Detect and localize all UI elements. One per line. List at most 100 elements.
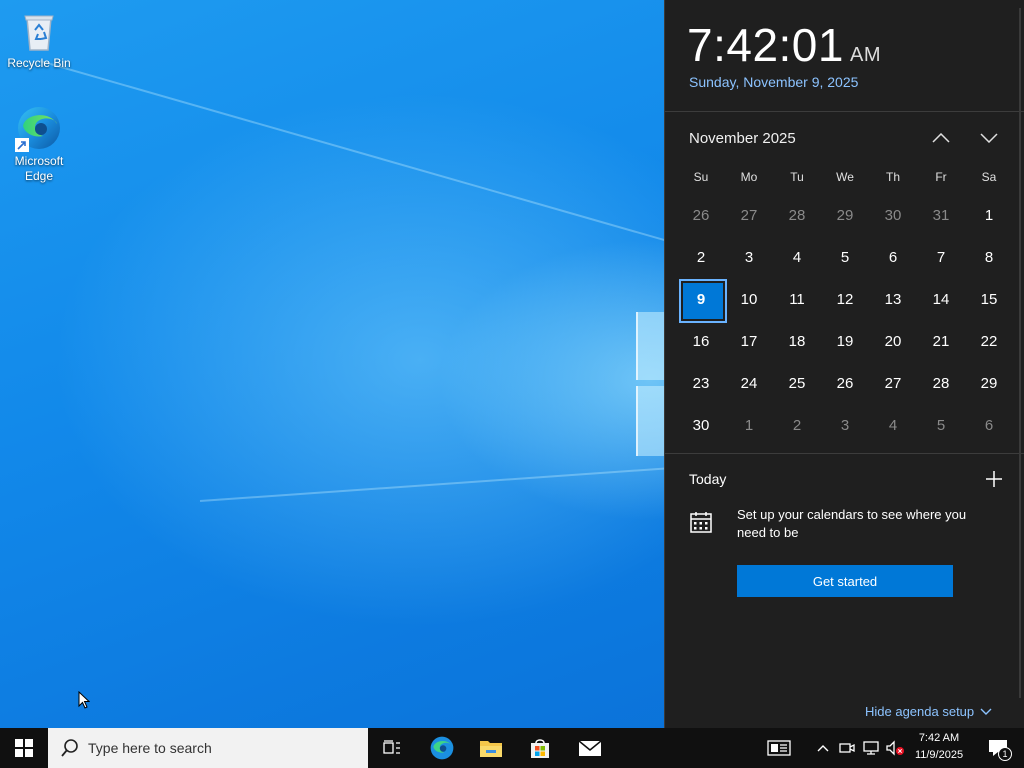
calendar-day[interactable]: 8 bbox=[965, 236, 1013, 278]
weekday-header: Su Mo Tu We Th Fr Sa bbox=[677, 170, 1013, 184]
calendar-day[interactable]: 27 bbox=[869, 362, 917, 404]
desktop-icon-label: Microsoft Edge bbox=[14, 154, 64, 183]
search-box[interactable]: Type here to search bbox=[48, 728, 368, 768]
mail-icon bbox=[578, 740, 602, 756]
calendar-day-number: 30 bbox=[692, 416, 710, 434]
calendar-day-number: 18 bbox=[788, 332, 806, 350]
calendar-day[interactable]: 2 bbox=[773, 404, 821, 446]
store-button[interactable] bbox=[516, 728, 564, 768]
calendar-day-number: 17 bbox=[740, 332, 758, 350]
show-hidden-icons-button[interactable] bbox=[812, 728, 834, 768]
calendar-day[interactable]: 27 bbox=[725, 194, 773, 236]
clock-date-link[interactable]: Sunday, November 9, 2025 bbox=[689, 74, 858, 90]
calendar-day[interactable]: 10 bbox=[725, 278, 773, 320]
action-center-button[interactable]: 1 bbox=[978, 728, 1018, 768]
weekday-label: Tu bbox=[790, 170, 804, 184]
calendar-day[interactable]: 30 bbox=[677, 404, 725, 446]
calendar-day[interactable]: 26 bbox=[821, 362, 869, 404]
agenda-message: Set up your calendars to see where you n… bbox=[737, 507, 967, 540]
calendar-day-number: 3 bbox=[840, 416, 850, 434]
search-icon bbox=[61, 739, 78, 757]
desktop-icon-edge[interactable]: Microsoft Edge bbox=[1, 104, 77, 184]
calendar-day[interactable]: 16 bbox=[677, 320, 725, 362]
calendar-day-number: 1 bbox=[744, 416, 754, 434]
calendar-day[interactable]: 11 bbox=[773, 278, 821, 320]
calendar-day[interactable]: 2 bbox=[677, 236, 725, 278]
calendar-day[interactable]: 21 bbox=[917, 320, 965, 362]
mouse-cursor-icon bbox=[78, 690, 91, 714]
calendar-day-number: 29 bbox=[836, 206, 854, 224]
calendar-grid: 26 27 28 29 30 31 1 2 3 4 5 6 7 8 9 10 11 12 13 14 15 16 17 18 1… bbox=[677, 194, 1013, 446]
calendar-day[interactable]: 3 bbox=[821, 404, 869, 446]
volume-button[interactable] bbox=[884, 728, 906, 768]
hide-agenda-button[interactable]: Hide agenda setup bbox=[865, 704, 992, 719]
calendar-day[interactable]: 15 bbox=[965, 278, 1013, 320]
desktop-icon-recycle-bin[interactable]: Recycle Bin bbox=[1, 6, 77, 71]
network-button[interactable] bbox=[860, 728, 882, 768]
scrollbar[interactable] bbox=[1019, 8, 1021, 698]
calendar-day[interactable]: 1 bbox=[725, 404, 773, 446]
file-explorer-icon bbox=[480, 741, 502, 757]
divider bbox=[665, 453, 1024, 454]
calendar-day[interactable]: 14 bbox=[917, 278, 965, 320]
agenda-today-label: Today bbox=[689, 471, 727, 487]
calendar-day[interactable]: 29 bbox=[821, 194, 869, 236]
calendar-day[interactable]: 1 bbox=[965, 194, 1013, 236]
calendar-day-number: 11 bbox=[789, 290, 805, 308]
taskbar-edge-button[interactable] bbox=[418, 728, 466, 768]
calendar-day[interactable]: 19 bbox=[821, 320, 869, 362]
calendar-day[interactable]: 18 bbox=[773, 320, 821, 362]
search-placeholder: Type here to search bbox=[88, 740, 212, 756]
calendar-day-number: 31 bbox=[932, 206, 950, 224]
calendar-day[interactable]: 23 bbox=[677, 362, 725, 404]
previous-month-button[interactable] bbox=[927, 126, 955, 150]
calendar-day-number: 3 bbox=[744, 248, 754, 266]
network-icon bbox=[863, 741, 879, 755]
calendar-day[interactable]: 26 bbox=[677, 194, 725, 236]
taskbar-clock[interactable]: 7:42 AM 11/9/2025 bbox=[906, 730, 972, 766]
calendar-day-number: 6 bbox=[888, 248, 898, 266]
calendar-day[interactable]: 13 bbox=[869, 278, 917, 320]
clock-time: 7:42:01 AM bbox=[687, 19, 881, 71]
calendar-day[interactable]: 29 bbox=[965, 362, 1013, 404]
calendar-day-number: 27 bbox=[740, 206, 758, 224]
calendar-day[interactable]: 6 bbox=[965, 404, 1013, 446]
mail-button[interactable] bbox=[566, 728, 614, 768]
calendar-day[interactable]: 4 bbox=[773, 236, 821, 278]
calendar-day[interactable]: 20 bbox=[869, 320, 917, 362]
calendar-day-number: 28 bbox=[932, 374, 950, 392]
calendar-day[interactable]: 3 bbox=[725, 236, 773, 278]
start-button[interactable] bbox=[0, 728, 48, 768]
calendar-day[interactable]: 25 bbox=[773, 362, 821, 404]
add-event-button[interactable] bbox=[983, 468, 1005, 490]
calendar-day[interactable]: 6 bbox=[869, 236, 917, 278]
calendar-day[interactable]: 5 bbox=[821, 236, 869, 278]
calendar-day-today[interactable]: 9 bbox=[677, 278, 727, 323]
calendar-day[interactable]: 24 bbox=[725, 362, 773, 404]
calendar-day-number: 1 bbox=[984, 206, 994, 224]
calendar-day[interactable]: 31 bbox=[917, 194, 965, 236]
meet-now-button[interactable] bbox=[836, 728, 858, 768]
month-label[interactable]: November 2025 bbox=[689, 130, 796, 147]
clock-ampm: AM bbox=[849, 44, 881, 66]
calendar-day-number: 26 bbox=[836, 374, 854, 392]
calendar-day[interactable]: 28 bbox=[773, 194, 821, 236]
taskbar-date: 11/9/2025 bbox=[914, 749, 964, 761]
calendar-day[interactable]: 7 bbox=[917, 236, 965, 278]
file-explorer-button[interactable] bbox=[467, 728, 515, 768]
task-view-button[interactable] bbox=[368, 728, 416, 768]
get-started-button[interactable]: Get started bbox=[737, 565, 953, 597]
taskbar-time: 7:42 AM bbox=[918, 732, 960, 744]
calendar-day[interactable]: 17 bbox=[725, 320, 773, 362]
weekday-label: Su bbox=[693, 170, 709, 184]
calendar-day[interactable]: 30 bbox=[869, 194, 917, 236]
next-month-button[interactable] bbox=[975, 126, 1003, 150]
calendar-day-number: 14 bbox=[932, 290, 950, 308]
calendar-day[interactable]: 22 bbox=[965, 320, 1013, 362]
calendar-day[interactable]: 12 bbox=[821, 278, 869, 320]
calendar-day[interactable]: 5 bbox=[917, 404, 965, 446]
calendar-day[interactable]: 28 bbox=[917, 362, 965, 404]
calendar-day[interactable]: 4 bbox=[869, 404, 917, 446]
weekday-label: Fr bbox=[935, 170, 947, 184]
news-button[interactable] bbox=[764, 728, 794, 768]
